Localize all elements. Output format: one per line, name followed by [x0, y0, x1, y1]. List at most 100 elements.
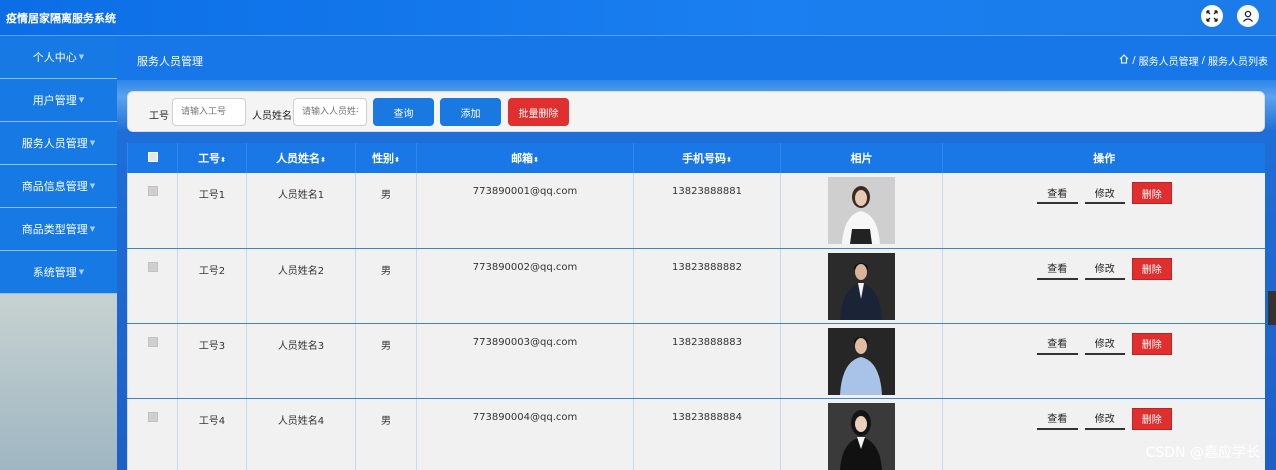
- photo-cell: [780, 398, 943, 470]
- row-select-cell: [127, 323, 178, 399]
- watermark: CSDN @嘉应学长: [1145, 445, 1260, 461]
- email-cell: 773890001@qq.com: [416, 173, 634, 249]
- delete-button[interactable]: 删除: [1131, 182, 1172, 204]
- view-button[interactable]: 查看: [1036, 407, 1078, 430]
- staff-photo: [828, 402, 895, 470]
- select-all-checkbox[interactable]: [147, 151, 158, 162]
- sidebar-item-label: 商品类型管理: [21, 223, 88, 236]
- gender-cell: 男: [355, 398, 417, 470]
- delete-button[interactable]: 删除: [1131, 257, 1172, 280]
- email-cell: 773890003@qq.com: [416, 323, 634, 399]
- home-icon[interactable]: [1119, 54, 1129, 67]
- add-button[interactable]: 添加: [440, 98, 501, 126]
- row-select-cell: [127, 173, 178, 249]
- row-checkbox[interactable]: [147, 411, 158, 422]
- staff-table: 工号⬍ 人员姓名⬍ 性别⬍ 邮箱⬍ 手机号码⬍ 相片 操作 工号1 人员姓名1 …: [127, 143, 1265, 470]
- view-button[interactable]: 查看: [1036, 257, 1078, 280]
- fullscreen-icon[interactable]: [1201, 5, 1223, 27]
- edit-button[interactable]: 修改: [1084, 407, 1125, 430]
- column-header-gender[interactable]: 性别⬍: [355, 143, 417, 173]
- column-header-photo: 相片: [780, 143, 943, 173]
- phone-cell: 13823888881: [633, 173, 781, 249]
- sidebar-item-label: 用户管理: [32, 94, 77, 107]
- id-search-input[interactable]: [172, 98, 246, 126]
- breadcrumb: / 服务人员管理 / 服务人员列表: [1119, 53, 1268, 68]
- phone-cell: 13823888883: [633, 323, 781, 399]
- sidebar-item-label: 个人中心: [32, 51, 77, 64]
- app-title: 疫情居家隔离服务系统: [6, 12, 116, 25]
- photo-cell: [780, 173, 943, 249]
- sidebar-item-product-info[interactable]: 商品信息管理 ▼: [0, 165, 117, 208]
- chevron-down-icon: ▼: [78, 53, 85, 61]
- photo-cell: [780, 323, 943, 399]
- delete-button[interactable]: 删除: [1131, 407, 1172, 430]
- name-cell: 人员姓名2: [246, 248, 356, 324]
- actions-cell: 查看 修改 删除: [942, 173, 1265, 249]
- gender-cell: 男: [355, 323, 417, 399]
- table-header-row: 工号⬍ 人员姓名⬍ 性别⬍ 邮箱⬍ 手机号码⬍ 相片 操作: [127, 143, 1265, 173]
- sort-icon: ⬍: [320, 156, 326, 164]
- column-header-phone[interactable]: 手机号码⬍: [633, 143, 781, 173]
- search-panel: 工号 人员姓名 查询 添加 批量删除: [127, 91, 1265, 132]
- edit-button[interactable]: 修改: [1084, 257, 1125, 280]
- chevron-down-icon: ▼: [78, 268, 85, 276]
- chevron-down-icon: ▼: [89, 182, 96, 190]
- page-title-bar: 服务人员管理 / 服务人员管理 / 服务人员列表: [117, 36, 1276, 80]
- column-header-actions: 操作: [942, 143, 1265, 173]
- name-label: 人员姓名: [252, 111, 292, 122]
- batch-delete-button[interactable]: 批量删除: [508, 98, 569, 126]
- actions-cell: 查看 修改 删除: [942, 248, 1265, 324]
- user-icon[interactable]: [1237, 5, 1259, 27]
- breadcrumb-item[interactable]: 服务人员管理: [1139, 53, 1199, 68]
- query-button[interactable]: 查询: [373, 98, 434, 126]
- gender-cell: 男: [355, 173, 417, 249]
- row-checkbox[interactable]: [147, 336, 158, 347]
- column-header-name[interactable]: 人员姓名⬍: [246, 143, 356, 173]
- table-row: 工号1 人员姓名1 男 773890001@qq.com 13823888881…: [127, 173, 1265, 249]
- scroll-handle[interactable]: [1268, 291, 1276, 325]
- chevron-down-icon: ▼: [89, 139, 96, 147]
- column-header-email[interactable]: 邮箱⬍: [416, 143, 634, 173]
- row-checkbox[interactable]: [147, 186, 158, 196]
- sidebar-item-system[interactable]: 系统管理 ▼: [0, 251, 117, 294]
- sidebar-item-staff-management[interactable]: 服务人员管理 ▼: [0, 122, 117, 165]
- select-all-cell: [127, 143, 178, 173]
- photo-cell: [780, 248, 943, 324]
- actions-cell: 查看 修改 删除: [942, 323, 1265, 399]
- main-content: 服务人员管理 / 服务人员管理 / 服务人员列表 工号 人员姓名 查询 添加 批…: [117, 36, 1276, 470]
- edit-button[interactable]: 修改: [1084, 182, 1125, 204]
- column-header-id[interactable]: 工号⬍: [177, 143, 247, 173]
- email-cell: 773890004@qq.com: [416, 398, 634, 470]
- id-label: 工号: [149, 111, 169, 122]
- phone-cell: 13823888882: [633, 248, 781, 324]
- sidebar-item-personal-center[interactable]: 个人中心 ▼: [0, 36, 117, 79]
- breadcrumb-item: 服务人员列表: [1208, 57, 1268, 68]
- sort-icon: ⬍: [533, 156, 539, 164]
- delete-button[interactable]: 删除: [1131, 332, 1172, 355]
- email-cell: 773890002@qq.com: [416, 248, 634, 324]
- staff-photo: [828, 252, 895, 320]
- id-cell: 工号3: [177, 323, 247, 399]
- table-row: 工号2 人员姓名2 男 773890002@qq.com 13823888882…: [127, 248, 1265, 324]
- sidebar-item-user-management[interactable]: 用户管理 ▼: [0, 79, 117, 122]
- view-button[interactable]: 查看: [1036, 332, 1078, 355]
- sort-icon: ⬍: [726, 156, 732, 164]
- row-select-cell: [127, 398, 178, 470]
- sidebar-item-label: 服务人员管理: [21, 137, 88, 150]
- staff-photo: [828, 177, 895, 244]
- gender-cell: 男: [355, 248, 417, 324]
- sidebar-item-product-type[interactable]: 商品类型管理 ▼: [0, 208, 117, 251]
- phone-cell: 13823888884: [633, 398, 781, 470]
- row-checkbox[interactable]: [147, 261, 158, 272]
- sort-icon: ⬍: [220, 156, 226, 164]
- top-header: 疫情居家隔离服务系统: [0, 0, 1276, 36]
- name-cell: 人员姓名4: [246, 398, 356, 470]
- breadcrumb-separator: /: [1132, 55, 1136, 66]
- name-search-input[interactable]: [293, 98, 367, 126]
- sidebar-item-label: 系统管理: [32, 266, 77, 279]
- id-cell: 工号2: [177, 248, 247, 324]
- name-cell: 人员姓名1: [246, 173, 356, 249]
- table-row: 工号3 人员姓名3 男 773890003@qq.com 13823888883…: [127, 323, 1265, 399]
- edit-button[interactable]: 修改: [1084, 332, 1125, 355]
- view-button[interactable]: 查看: [1036, 182, 1078, 204]
